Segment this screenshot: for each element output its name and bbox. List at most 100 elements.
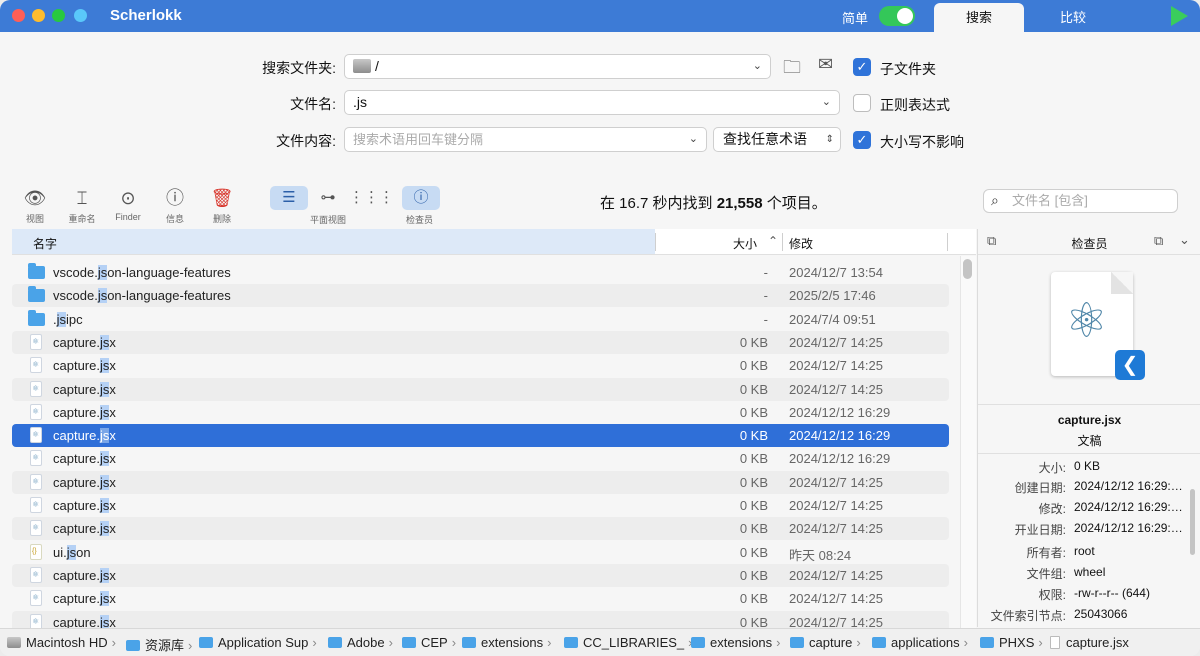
table-row[interactable]: capture.jsx 0 KB 2024/12/12 16:29 (12, 447, 949, 470)
rename-button[interactable]: ⌶ 重命名 (59, 185, 105, 225)
copy-icon[interactable]: ⧉ (1154, 233, 1163, 249)
folder-icon (872, 637, 886, 648)
info-button[interactable]: ⓘ 信息 (152, 185, 198, 225)
breadcrumb-item[interactable]: capture.jsx (1050, 635, 1129, 650)
table-row[interactable]: ui.json 0 KB 昨天 08:24 (12, 541, 949, 564)
column-separator[interactable] (655, 233, 656, 251)
filename-input[interactable]: .js ⌄ (344, 90, 840, 115)
table-row[interactable]: capture.jsx 0 KB 2024/12/7 14:25 (12, 470, 949, 494)
breadcrumb-item[interactable]: extensions › (462, 635, 552, 650)
file-name-prefix: vscode. (53, 265, 98, 280)
regex-label: 正则表达式 (880, 97, 950, 113)
table-row[interactable]: .jsipc - 2024/7/4 09:51 (12, 308, 949, 331)
file-modified: 2024/12/7 14:25 (789, 498, 883, 513)
file-name-prefix: capture. (53, 591, 100, 607)
tree-view-button[interactable]: ⊶ (309, 186, 347, 210)
table-row[interactable]: capture.jsx 0 KB 2024/12/7 14:25 (12, 494, 949, 517)
file-content-input[interactable]: 搜索术语用回车键分隔 ⌄ (344, 127, 707, 152)
breadcrumb-item[interactable]: 资源库 › (126, 635, 192, 654)
file-modified: 2024/12/12 16:29 (789, 428, 891, 444)
regex-checkbox[interactable] (853, 94, 871, 112)
sort-ascending-icon: ⌃ (768, 234, 779, 248)
trash-icon: 🗑 (210, 188, 234, 208)
breadcrumb-item[interactable]: Macintosh HD › (7, 635, 116, 650)
inspector-file-name: capture.jsx (1057, 413, 1122, 427)
file-name: capture.jsx (53, 521, 116, 537)
file-name: .jsipc (53, 311, 83, 327)
column-header-name[interactable]: 名字 (33, 235, 57, 252)
tab-compare[interactable]: 比较 (1028, 3, 1118, 32)
finder-button[interactable]: ⊙ Finder (105, 185, 151, 222)
breadcrumb-item[interactable]: CEP › (402, 635, 456, 650)
hierarchy-icon: ⊶ (320, 189, 336, 206)
table-row[interactable]: capture.jsx 0 KB 2024/12/7 14:25 (12, 563, 949, 587)
vscode-badge-icon: ❮ (1115, 350, 1145, 380)
results-scrollbar-track[interactable] (960, 256, 976, 628)
view-button[interactable]: 👁 视图 (12, 185, 58, 225)
delete-button[interactable]: 🗑 删除 (199, 185, 245, 225)
match-mode-select[interactable]: 查找任意术语 ⇕ (713, 127, 841, 152)
mail-icon[interactable]: ✉ (818, 54, 833, 75)
column-separator[interactable] (782, 233, 783, 251)
grid-icon: ⋮⋮⋮ (349, 189, 394, 206)
breadcrumb-item[interactable]: PHXS › (980, 635, 1043, 650)
breadcrumb-item[interactable]: Application Sup › (199, 635, 317, 650)
jsx-file-icon (30, 566, 42, 583)
page-fold (1111, 272, 1133, 294)
minimize-window-button[interactable] (32, 9, 45, 22)
filter-search-input[interactable] (1012, 193, 1167, 208)
table-row[interactable]: vscode.json-language-features - 2025/2/5 1… (12, 284, 949, 308)
results-scrollbar-thumb[interactable] (963, 259, 972, 279)
table-row[interactable]: capture.jsx 0 KB 2024/12/7 14:25 (12, 517, 949, 541)
start-search-play-icon[interactable] (1171, 6, 1188, 26)
table-row[interactable]: capture.jsx 0 KB 2024/12/7 14:25 (12, 330, 949, 354)
inspector-toggle-button[interactable]: ⓘ (402, 186, 440, 210)
list-view-button[interactable]: ☰ (270, 186, 308, 210)
table-row[interactable]: capture.jsx 0 KB 2024/12/7 14:25 (12, 377, 949, 401)
table-row[interactable]: capture.jsx 0 KB 2024/12/7 14:25 (12, 587, 949, 610)
simple-mode-toggle[interactable] (879, 6, 915, 26)
file-name-prefix: capture. (53, 358, 100, 374)
chevron-right-icon: › (312, 635, 317, 650)
chevron-down-icon[interactable]: ⌄ (1179, 232, 1190, 248)
table-row[interactable]: capture.jsx 0 KB 2024/12/12 16:29 (12, 424, 949, 448)
column-header-modified[interactable]: 修改 (789, 235, 813, 252)
file-name: vscode.json-language-features (53, 265, 231, 280)
file-modified: 昨天 08:24 (789, 547, 852, 563)
column-header-size[interactable]: 大小 (733, 235, 757, 252)
search-folder-value: / (375, 58, 379, 74)
file-modified: 2024/12/7 14:25 (789, 591, 883, 607)
search-folder-select[interactable]: / ⌄ (344, 54, 771, 79)
subfolders-checkbox[interactable]: ✓ (853, 58, 871, 76)
inspector-scrollbar-thumb[interactable] (1190, 489, 1195, 555)
breadcrumb-item[interactable]: capture › (790, 635, 861, 650)
file-size: 0 KB (739, 498, 768, 513)
close-window-button[interactable] (12, 9, 25, 22)
hard-disk-icon (7, 637, 21, 648)
table-row[interactable]: vscode.json-language-features - 2024/12/7 … (12, 261, 949, 284)
breadcrumb-item[interactable]: Adobe › (328, 635, 393, 650)
case-insensitive-checkbox[interactable]: ✓ (853, 131, 871, 149)
match-highlight: js (99, 334, 110, 350)
open-folder-icon[interactable]: 🗀 (783, 55, 801, 85)
extra-window-button[interactable] (74, 9, 87, 22)
column-separator[interactable] (947, 233, 948, 251)
zoom-window-button[interactable] (52, 9, 65, 22)
list-icon: ☰ (282, 189, 296, 206)
jsx-file-icon (30, 403, 42, 420)
breadcrumb-item[interactable]: CC_LIBRARIES_› (564, 635, 693, 650)
grid-view-button[interactable]: ⋮⋮⋮ (349, 186, 394, 210)
file-name-suffix: ipc (66, 311, 83, 327)
breadcrumb-item[interactable]: extensions › (691, 635, 781, 650)
filter-search-box[interactable]: ⌕ (983, 189, 1178, 213)
file-name-prefix: capture. (53, 521, 100, 537)
tab-search[interactable]: 搜索 (934, 3, 1024, 32)
file-size: 0 KB (739, 591, 768, 607)
file-name-suffix: x (109, 521, 116, 537)
file-name: vscode.json-language-features (53, 288, 231, 304)
breadcrumb-item[interactable]: applications › (872, 635, 968, 650)
table-row[interactable]: capture.jsx 0 KB 2024/12/12 16:29 (12, 401, 949, 424)
divider (978, 404, 1200, 405)
file-size: 0 KB (739, 474, 768, 490)
table-row[interactable]: capture.jsx 0 KB 2024/12/7 14:25 (12, 354, 949, 377)
